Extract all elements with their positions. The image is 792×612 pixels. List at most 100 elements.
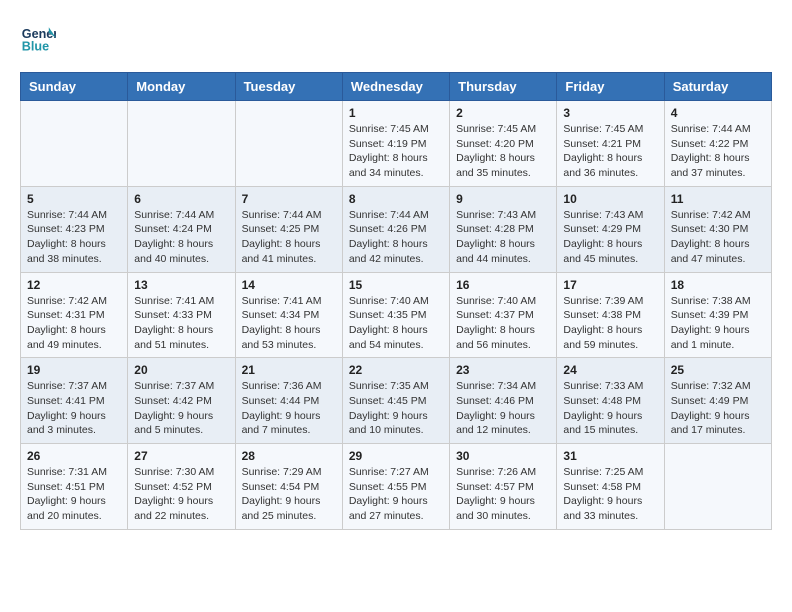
day-info: Sunrise: 7:33 AM Sunset: 4:48 PM Dayligh… [563, 379, 657, 438]
day-info: Sunrise: 7:30 AM Sunset: 4:52 PM Dayligh… [134, 465, 228, 524]
day-info: Sunrise: 7:44 AM Sunset: 4:22 PM Dayligh… [671, 122, 765, 181]
day-info: Sunrise: 7:25 AM Sunset: 4:58 PM Dayligh… [563, 465, 657, 524]
day-number: 24 [563, 363, 657, 377]
calendar-cell: 30 Sunrise: 7:26 AM Sunset: 4:57 PM Dayli… [450, 444, 557, 530]
page-header: General Blue [20, 20, 772, 56]
day-number: 30 [456, 449, 550, 463]
day-info: Sunrise: 7:44 AM Sunset: 4:24 PM Dayligh… [134, 208, 228, 267]
calendar-cell [664, 444, 771, 530]
calendar-cell: 3Sunrise: 7:45 AM Sunset: 4:21 PM Daylig… [557, 101, 664, 187]
day-info: Sunrise: 7:36 AM Sunset: 4:44 PM Dayligh… [242, 379, 336, 438]
day-number: 7 [242, 192, 336, 206]
calendar-cell: 29 Sunrise: 7:27 AM Sunset: 4:55 PM Dayli… [342, 444, 449, 530]
logo: General Blue [20, 20, 56, 56]
calendar-cell: 2Sunrise: 7:45 AM Sunset: 4:20 PM Daylig… [450, 101, 557, 187]
calendar-cell: 25Sunrise: 7:32 AM Sunset: 4:49 PM Dayli… [664, 358, 771, 444]
day-number: 8 [349, 192, 443, 206]
calendar-cell [128, 101, 235, 187]
day-info: Sunrise: 7:40 AM Sunset: 4:35 PM Dayligh… [349, 294, 443, 353]
day-info: Sunrise: 7:45 AM Sunset: 4:19 PM Dayligh… [349, 122, 443, 181]
calendar-cell: 15 Sunrise: 7:40 AM Sunset: 4:35 PM Dayli… [342, 272, 449, 358]
week-row-3: 12Sunrise: 7:42 AM Sunset: 4:31 PM Dayli… [21, 272, 772, 358]
day-number: 1 [349, 106, 443, 120]
day-info: Sunrise: 7:31 AM Sunset: 4:51 PM Dayligh… [27, 465, 121, 524]
day-number: 3 [563, 106, 657, 120]
calendar-cell: 21 Sunrise: 7:36 AM Sunset: 4:44 PM Dayli… [235, 358, 342, 444]
calendar-cell: 19 Sunrise: 7:37 AM Sunset: 4:41 PM Dayli… [21, 358, 128, 444]
calendar-cell [21, 101, 128, 187]
calendar-cell: 10 Sunrise: 7:43 AM Sunset: 4:29 PM Dayli… [557, 186, 664, 272]
week-row-1: 1 Sunrise: 7:45 AM Sunset: 4:19 PM Daylig… [21, 101, 772, 187]
calendar-cell: 17Sunrise: 7:39 AM Sunset: 4:38 PM Dayli… [557, 272, 664, 358]
calendar-cell: 16Sunrise: 7:40 AM Sunset: 4:37 PM Dayli… [450, 272, 557, 358]
day-number: 23 [456, 363, 550, 377]
day-info: Sunrise: 7:29 AM Sunset: 4:54 PM Dayligh… [242, 465, 336, 524]
logo-icon: General Blue [20, 20, 56, 56]
day-info: Sunrise: 7:26 AM Sunset: 4:57 PM Dayligh… [456, 465, 550, 524]
svg-text:Blue: Blue [22, 40, 49, 54]
day-number: 26 [27, 449, 121, 463]
calendar-cell: 20 Sunrise: 7:37 AM Sunset: 4:42 PM Dayli… [128, 358, 235, 444]
day-number: 14 [242, 278, 336, 292]
week-row-4: 19 Sunrise: 7:37 AM Sunset: 4:41 PM Dayli… [21, 358, 772, 444]
day-number: 28 [242, 449, 336, 463]
column-header-wednesday: Wednesday [342, 73, 449, 101]
day-number: 22 [349, 363, 443, 377]
day-info: Sunrise: 7:42 AM Sunset: 4:30 PM Dayligh… [671, 208, 765, 267]
day-number: 10 [563, 192, 657, 206]
calendar-cell: 6 Sunrise: 7:44 AM Sunset: 4:24 PM Daylig… [128, 186, 235, 272]
day-number: 4 [671, 106, 765, 120]
day-number: 15 [349, 278, 443, 292]
calendar-cell: 18 Sunrise: 7:38 AM Sunset: 4:39 PM Dayli… [664, 272, 771, 358]
calendar-cell: 13Sunrise: 7:41 AM Sunset: 4:33 PM Dayli… [128, 272, 235, 358]
day-info: Sunrise: 7:41 AM Sunset: 4:33 PM Dayligh… [134, 294, 228, 353]
day-number: 21 [242, 363, 336, 377]
calendar-cell: 1 Sunrise: 7:45 AM Sunset: 4:19 PM Daylig… [342, 101, 449, 187]
column-header-monday: Monday [128, 73, 235, 101]
day-number: 17 [563, 278, 657, 292]
calendar-cell: 7 Sunrise: 7:44 AM Sunset: 4:25 PM Daylig… [235, 186, 342, 272]
day-number: 2 [456, 106, 550, 120]
day-info: Sunrise: 7:40 AM Sunset: 4:37 PM Dayligh… [456, 294, 550, 353]
day-info: Sunrise: 7:35 AM Sunset: 4:45 PM Dayligh… [349, 379, 443, 438]
day-number: 12 [27, 278, 121, 292]
day-number: 20 [134, 363, 228, 377]
calendar-cell: 12Sunrise: 7:42 AM Sunset: 4:31 PM Dayli… [21, 272, 128, 358]
day-number: 18 [671, 278, 765, 292]
day-info: Sunrise: 7:44 AM Sunset: 4:23 PM Dayligh… [27, 208, 121, 267]
column-header-sunday: Sunday [21, 73, 128, 101]
day-info: Sunrise: 7:44 AM Sunset: 4:25 PM Dayligh… [242, 208, 336, 267]
day-number: 29 [349, 449, 443, 463]
calendar-cell: 27 Sunrise: 7:30 AM Sunset: 4:52 PM Dayli… [128, 444, 235, 530]
day-number: 6 [134, 192, 228, 206]
day-number: 27 [134, 449, 228, 463]
calendar-cell: 31 Sunrise: 7:25 AM Sunset: 4:58 PM Dayli… [557, 444, 664, 530]
day-info: Sunrise: 7:34 AM Sunset: 4:46 PM Dayligh… [456, 379, 550, 438]
calendar-cell [235, 101, 342, 187]
day-info: Sunrise: 7:37 AM Sunset: 4:41 PM Dayligh… [27, 379, 121, 438]
week-row-2: 5 Sunrise: 7:44 AM Sunset: 4:23 PM Daylig… [21, 186, 772, 272]
day-info: Sunrise: 7:44 AM Sunset: 4:26 PM Dayligh… [349, 208, 443, 267]
day-info: Sunrise: 7:38 AM Sunset: 4:39 PM Dayligh… [671, 294, 765, 353]
calendar-cell: 4 Sunrise: 7:44 AM Sunset: 4:22 PM Daylig… [664, 101, 771, 187]
calendar-cell: 26 Sunrise: 7:31 AM Sunset: 4:51 PM Dayli… [21, 444, 128, 530]
day-info: Sunrise: 7:37 AM Sunset: 4:42 PM Dayligh… [134, 379, 228, 438]
week-row-5: 26 Sunrise: 7:31 AM Sunset: 4:51 PM Dayli… [21, 444, 772, 530]
calendar-cell: 8 Sunrise: 7:44 AM Sunset: 4:26 PM Daylig… [342, 186, 449, 272]
calendar-cell: 9Sunrise: 7:43 AM Sunset: 4:28 PM Daylig… [450, 186, 557, 272]
day-number: 19 [27, 363, 121, 377]
column-header-tuesday: Tuesday [235, 73, 342, 101]
day-info: Sunrise: 7:43 AM Sunset: 4:29 PM Dayligh… [563, 208, 657, 267]
day-number: 11 [671, 192, 765, 206]
calendar-cell: 28 Sunrise: 7:29 AM Sunset: 4:54 PM Dayli… [235, 444, 342, 530]
calendar-header-row: SundayMondayTuesdayWednesdayThursdayFrid… [21, 73, 772, 101]
day-info: Sunrise: 7:27 AM Sunset: 4:55 PM Dayligh… [349, 465, 443, 524]
day-info: Sunrise: 7:41 AM Sunset: 4:34 PM Dayligh… [242, 294, 336, 353]
calendar-cell: 11 Sunrise: 7:42 AM Sunset: 4:30 PM Dayli… [664, 186, 771, 272]
calendar-cell: 14 Sunrise: 7:41 AM Sunset: 4:34 PM Dayli… [235, 272, 342, 358]
day-number: 5 [27, 192, 121, 206]
column-header-saturday: Saturday [664, 73, 771, 101]
day-info: Sunrise: 7:43 AM Sunset: 4:28 PM Dayligh… [456, 208, 550, 267]
calendar-cell: 22 Sunrise: 7:35 AM Sunset: 4:45 PM Dayli… [342, 358, 449, 444]
day-number: 31 [563, 449, 657, 463]
